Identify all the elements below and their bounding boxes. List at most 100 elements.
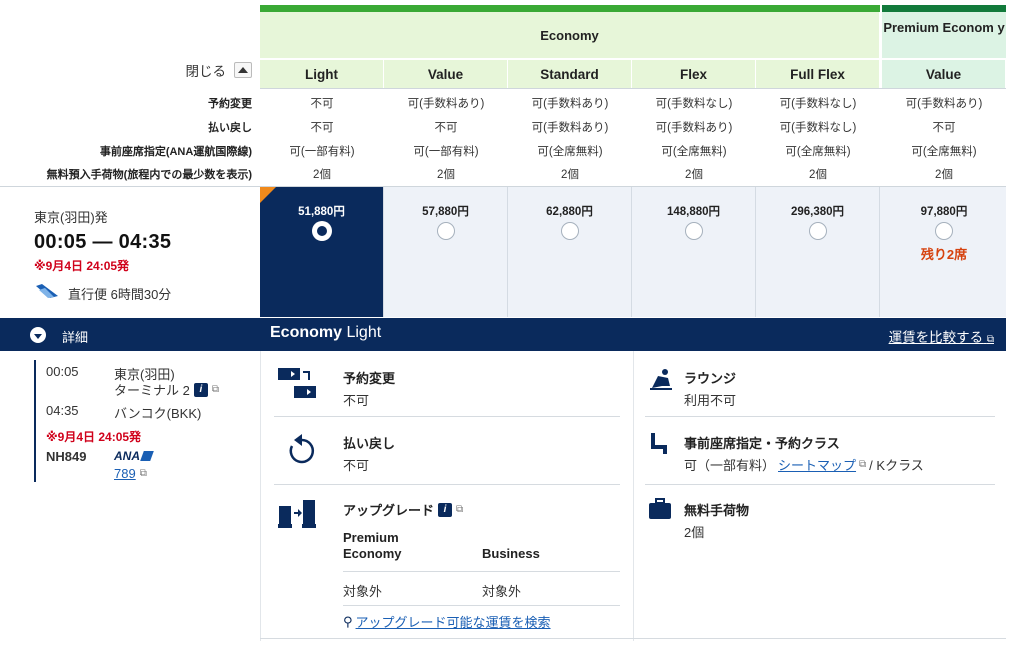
external-link-icon: ⧉ (456, 504, 464, 515)
itinerary-dep-time: 00:05 (46, 364, 79, 379)
seat-map-link[interactable]: シートマップ (778, 455, 856, 474)
itinerary-arr-time: 04:35 (46, 403, 79, 418)
baggage-title: 無料手荷物 (684, 503, 750, 518)
seat-value: 可（一部有料） シートマップ ⧉ / Kクラス (684, 455, 924, 474)
fare-option-flex[interactable]: 148,880円 (632, 187, 756, 317)
fare-header-standard: Standard (508, 60, 632, 88)
fare-price: 57,880円 (422, 206, 469, 218)
aircraft-type[interactable]: 789 ⧉ (114, 466, 147, 481)
close-label: 閉じる (185, 64, 227, 79)
fare-radio[interactable] (684, 222, 703, 240)
ana-wing-icon (140, 451, 154, 461)
fare-price: 97,880円 (920, 206, 968, 218)
cell-change: 可(手数料なし) (655, 98, 733, 110)
refund-icon (289, 434, 315, 464)
fare-option-premium-value[interactable]: 97,880円 残り2席 (882, 187, 1006, 317)
fare-option-light[interactable]: 51,880円 (260, 187, 384, 317)
fare-radio[interactable] (560, 222, 579, 240)
date-note: ※9月4日 24:05発 (34, 259, 130, 273)
fare-price: 296,380円 (790, 206, 845, 218)
detail-bar (0, 318, 1006, 351)
selected-corner-mark (260, 187, 276, 203)
condition-label-seat: 事前座席指定(ANA運航国際線) (99, 146, 252, 158)
refund-value: 不可 (343, 458, 370, 473)
cell-refund: 可(手数料なし) (779, 122, 857, 134)
itinerary-arr-airport: バンコク(BKK) (114, 406, 202, 421)
change-icon (278, 368, 316, 398)
cell-baggage: 2個 (437, 169, 455, 181)
itinerary-timeline (34, 360, 36, 482)
expand-chevron-icon[interactable] (30, 327, 46, 343)
fare-radio[interactable] (935, 222, 953, 240)
lounge-title: ラウンジ (684, 371, 737, 386)
close-toggle[interactable]: 閉じる (185, 60, 252, 80)
search-icon: ⚲ (343, 613, 353, 629)
seat-availability: 可（一部有料） (684, 458, 776, 473)
fare-header-full-flex: Full Flex (756, 60, 880, 88)
cell-seat: 可(全席無料) (911, 146, 977, 158)
info-icon[interactable]: i (438, 502, 453, 517)
cell-baggage: 2個 (809, 169, 827, 181)
fare-radio[interactable] (808, 222, 827, 240)
fare-name: Light (342, 324, 382, 341)
fare-option-value[interactable]: 57,880円 (384, 187, 508, 317)
info-icon[interactable]: i (193, 382, 208, 397)
fare-radio[interactable] (436, 222, 455, 240)
airline-logo: ANA (114, 449, 154, 463)
detail-left-border (260, 351, 261, 641)
premium-cabin-header: Premium Econom y (882, 12, 1006, 58)
fare-header-light: Light (260, 60, 384, 88)
fare-radio-selected[interactable] (312, 222, 331, 240)
external-link-icon: ⧉ (986, 334, 994, 345)
upgrade-title: アップグレード (343, 503, 435, 518)
upgrade-search-link[interactable]: ⚲ アップグレード可能な運賃を検索 (343, 612, 551, 631)
seat-title: 事前座席指定・予約クラス (684, 436, 840, 451)
upgrade-seat-icon (278, 500, 316, 528)
upgrade-search-label[interactable]: アップグレード可能な運賃を検索 (356, 612, 551, 631)
fare-header-premium-value: Value (882, 60, 1006, 88)
compare-fares-link[interactable]: 運賃を比較する ⧉ (889, 326, 994, 346)
change-title: 予約変更 (343, 371, 396, 386)
condition-label-change: 予約変更 (208, 98, 252, 110)
refund-title: 払い戻し (343, 436, 396, 451)
detail-column-divider (633, 351, 634, 641)
aircraft-link[interactable]: 789 (114, 466, 136, 481)
cell-change: 可(手数料あり) (531, 98, 609, 110)
cell-change: 可(手数料あり) (905, 98, 983, 110)
cell-seat: 可(全席無料) (537, 146, 603, 158)
cell-refund: 不可 (310, 122, 334, 134)
detail-toggle[interactable]: 詳細 (62, 327, 88, 346)
upgrade-col-premium: Premium Economy (343, 530, 402, 561)
cell-refund: 不可 (434, 122, 458, 134)
terminal-label: ターミナル 2 (114, 383, 190, 398)
condition-label-baggage: 無料預入手荷物(旅程内での最少数を表示) (46, 169, 252, 181)
divider (645, 416, 995, 417)
upgrade-premium-value: 対象外 (343, 584, 383, 599)
change-value: 不可 (343, 393, 370, 408)
divider (343, 605, 620, 606)
fare-option-full-flex[interactable]: 296,380円 (756, 187, 880, 317)
flight-number: NH849 (46, 449, 87, 464)
cell-seat: 可(一部有料) (289, 146, 355, 158)
baggage-value: 2個 (684, 525, 705, 540)
cell-refund: 可(手数料あり) (531, 122, 609, 134)
cell-refund: 不可 (932, 122, 956, 134)
collapse-icon[interactable] (234, 62, 252, 78)
cell-baggage: 2個 (935, 169, 953, 181)
fare-option-standard[interactable]: 62,880円 (508, 187, 632, 317)
direct-flight-info: 直行便 6時間30分 (68, 287, 172, 302)
baggage-icon (649, 498, 671, 519)
compare-label: 運賃を比較する (888, 330, 984, 345)
cell-seat: 可(一部有料) (413, 146, 479, 158)
divider (645, 484, 995, 485)
upgrade-heading: アップグレード i ⧉ (343, 500, 463, 519)
fare-price: 148,880円 (666, 206, 721, 218)
cell-change: 可(手数料あり) (407, 98, 485, 110)
cell-refund: 可(手数料あり) (655, 122, 733, 134)
cell-change: 可(手数料なし) (779, 98, 857, 110)
fare-price: 51,880円 (298, 206, 345, 218)
premium-cabin-bar (882, 5, 1006, 12)
condition-label-refund: 払い戻し (208, 122, 252, 134)
lounge-value: 利用不可 (684, 393, 737, 408)
cell-baggage: 2個 (685, 169, 703, 181)
